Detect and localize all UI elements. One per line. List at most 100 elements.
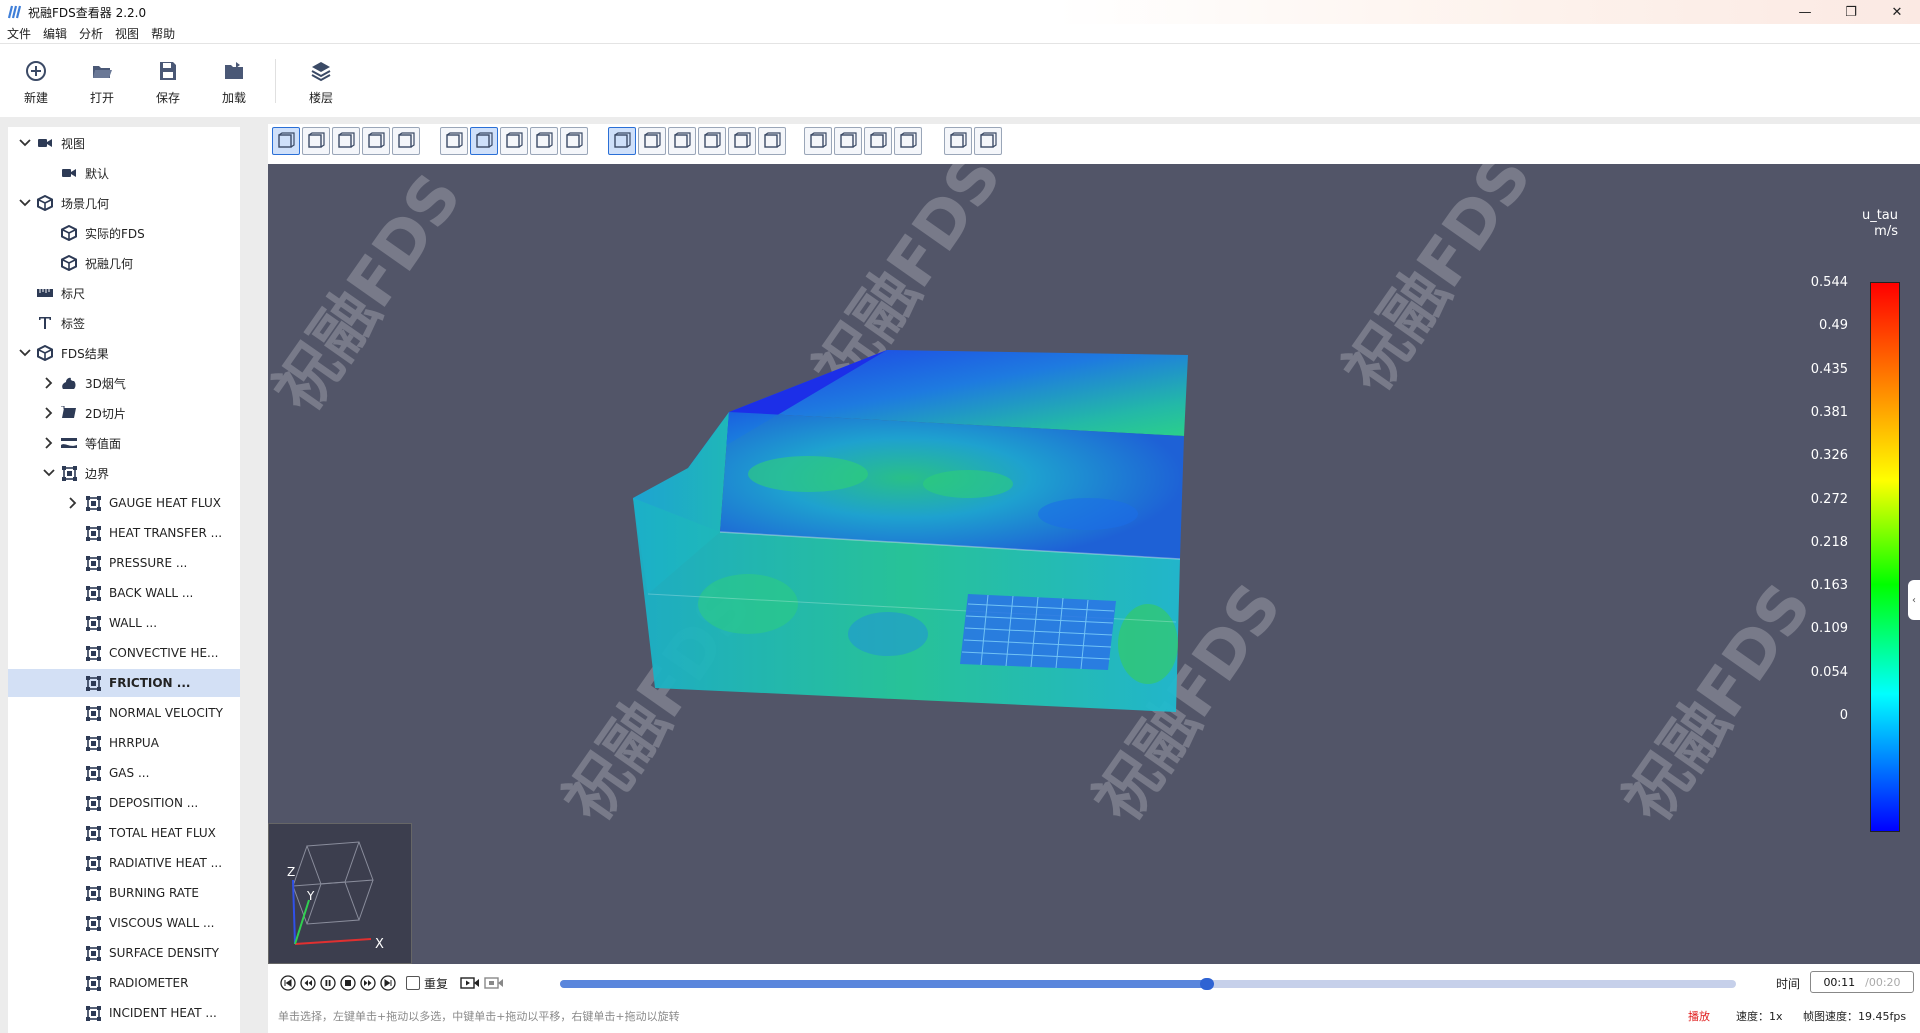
render-toggle-icon bbox=[980, 132, 997, 148]
tree-item[interactable]: DEPOSITION ... bbox=[8, 789, 240, 817]
slice-icon bbox=[60, 404, 78, 422]
tree-item[interactable]: FDS结果 bbox=[8, 339, 240, 367]
open-button[interactable]: 打开 bbox=[69, 45, 135, 117]
back-view-icon bbox=[398, 132, 415, 148]
next-frame-icon[interactable] bbox=[360, 975, 376, 991]
timeline-handle[interactable] bbox=[1199, 978, 1214, 990]
menu-help[interactable]: 帮助 bbox=[151, 25, 175, 42]
tree-item[interactable]: HEAT TRANSFER ... bbox=[8, 519, 240, 547]
menu-bar: 文件 编辑 分析 视图 帮助 bbox=[0, 24, 1920, 44]
menu-view[interactable]: 视图 bbox=[115, 25, 139, 42]
chevron-right-icon[interactable] bbox=[42, 376, 56, 390]
last-frame-icon[interactable] bbox=[380, 975, 396, 991]
ruler-tool-button[interactable] bbox=[834, 127, 862, 155]
tree-item[interactable]: RADIOMETER bbox=[8, 969, 240, 997]
iso-view-1-icon bbox=[446, 132, 463, 148]
grid-toggle-icon bbox=[950, 132, 967, 148]
tree-item[interactable]: SURFACE DENSITY bbox=[8, 939, 240, 967]
tree-item[interactable]: 默认 bbox=[8, 159, 240, 187]
chevron-right-icon[interactable] bbox=[42, 406, 56, 420]
first-frame-icon[interactable] bbox=[280, 975, 296, 991]
tree-item[interactable]: NORMAL VELOCITY bbox=[8, 699, 240, 727]
frame-tool-icon bbox=[900, 132, 917, 148]
iso-view-2-button[interactable] bbox=[470, 127, 498, 155]
tree-item[interactable]: 标签 bbox=[8, 309, 240, 337]
restore-icon[interactable]: ❐ bbox=[1828, 0, 1874, 24]
tree-item[interactable]: 等值面 bbox=[8, 429, 240, 457]
pause-icon[interactable] bbox=[320, 975, 336, 991]
fit-tool-button[interactable] bbox=[758, 127, 786, 155]
front-view-button[interactable] bbox=[302, 127, 330, 155]
chevron-right-icon[interactable] bbox=[66, 496, 80, 510]
chevron-right-icon[interactable] bbox=[42, 436, 56, 450]
tree-item-label: GAUGE HEAT FLUX bbox=[109, 496, 222, 510]
tree-item[interactable]: 3D烟气 bbox=[8, 369, 240, 397]
tree-item[interactable]: 2D切片 bbox=[8, 399, 240, 427]
iso-view-5-button[interactable] bbox=[560, 127, 588, 155]
tree-item[interactable]: GAUGE HEAT FLUX bbox=[8, 489, 240, 517]
tree-item[interactable]: 实际的FDS bbox=[8, 219, 240, 247]
record-video-icon[interactable] bbox=[460, 975, 480, 991]
tree-item[interactable]: 祝融几何 bbox=[8, 249, 240, 277]
repeat-checkbox[interactable] bbox=[406, 976, 420, 990]
tree-item[interactable]: 标尺 bbox=[8, 279, 240, 307]
isosurface-icon bbox=[60, 434, 78, 452]
floors-button[interactable]: 楼层 bbox=[288, 45, 354, 117]
tree-item[interactable]: PRESSURE ... bbox=[8, 549, 240, 577]
render-toggle-button[interactable] bbox=[974, 127, 1002, 155]
stop-icon[interactable] bbox=[340, 975, 356, 991]
pointer-tool-button[interactable] bbox=[608, 127, 636, 155]
menu-analyze[interactable]: 分析 bbox=[79, 25, 103, 42]
3d-viewport[interactable]: 祝融FDS 祝融FDS 祝融FDS 祝融FDS 祝融FDS 祝融FDS u_ta… bbox=[268, 164, 1920, 964]
chevron-down-icon[interactable] bbox=[42, 466, 56, 480]
screenshot-icon[interactable] bbox=[484, 975, 504, 991]
axis-x-label: X bbox=[375, 937, 384, 952]
center-tool-button[interactable] bbox=[698, 127, 726, 155]
tree-item[interactable]: INCIDENT HEAT ... bbox=[8, 999, 240, 1027]
tree-item[interactable]: 场景几何 bbox=[8, 189, 240, 217]
tree-item[interactable]: FRICTION ... bbox=[8, 669, 240, 697]
new-button[interactable]: 新建 bbox=[3, 45, 69, 117]
tree-item[interactable]: WALL ... bbox=[8, 609, 240, 637]
side-view-button[interactable] bbox=[332, 127, 360, 155]
iso-view-3-button[interactable] bbox=[500, 127, 528, 155]
back-view-button[interactable] bbox=[392, 127, 420, 155]
chevron-down-icon[interactable] bbox=[18, 196, 32, 210]
iso-view-1-button[interactable] bbox=[440, 127, 468, 155]
tree-item[interactable]: RADIATIVE HEAT ... bbox=[8, 849, 240, 877]
collapse-panel-button[interactable]: ‹ bbox=[1908, 580, 1920, 620]
focus-tool-button[interactable] bbox=[864, 127, 892, 155]
tree-item[interactable]: 视图 bbox=[8, 129, 240, 157]
close-icon[interactable]: ✕ bbox=[1874, 0, 1920, 24]
tree-item[interactable]: 边界 bbox=[8, 459, 240, 487]
timeline-slider[interactable] bbox=[560, 978, 1736, 990]
chevron-down-icon[interactable] bbox=[18, 136, 32, 150]
prev-frame-icon[interactable] bbox=[300, 975, 316, 991]
tree-item-label: PRESSURE ... bbox=[109, 556, 188, 570]
measure-tool-button[interactable] bbox=[638, 127, 666, 155]
tree-item[interactable]: BACK WALL ... bbox=[8, 579, 240, 607]
grid-toggle-button[interactable] bbox=[944, 127, 972, 155]
iso-view-4-button[interactable] bbox=[530, 127, 558, 155]
select-mode-button[interactable] bbox=[272, 127, 300, 155]
tree-item[interactable]: CONVECTIVE HE... bbox=[8, 639, 240, 667]
tree-item[interactable]: GAS ... bbox=[8, 759, 240, 787]
minimize-icon[interactable]: — bbox=[1782, 0, 1828, 24]
tree-item-label: 默认 bbox=[85, 166, 110, 181]
menu-edit[interactable]: 编辑 bbox=[43, 25, 67, 42]
save-button[interactable]: 保存 bbox=[135, 45, 201, 117]
label-tool-button[interactable] bbox=[804, 127, 832, 155]
zoom-tool-button[interactable] bbox=[728, 127, 756, 155]
top-view-button[interactable] bbox=[362, 127, 390, 155]
tree-item[interactable]: VISCOUS WALL ... bbox=[8, 909, 240, 937]
menu-file[interactable]: 文件 bbox=[7, 25, 31, 42]
load-button[interactable]: 加载 bbox=[201, 45, 267, 117]
tree-item[interactable]: BURNING RATE bbox=[8, 879, 240, 907]
chevron-down-icon[interactable] bbox=[18, 346, 32, 360]
frame-tool-button[interactable] bbox=[894, 127, 922, 155]
probe-tool-button[interactable] bbox=[668, 127, 696, 155]
status-speed: 速度：1x bbox=[1736, 1010, 1783, 1023]
tree-item[interactable]: HRRPUA bbox=[8, 729, 240, 757]
tree-item[interactable]: TOTAL HEAT FLUX bbox=[8, 819, 240, 847]
